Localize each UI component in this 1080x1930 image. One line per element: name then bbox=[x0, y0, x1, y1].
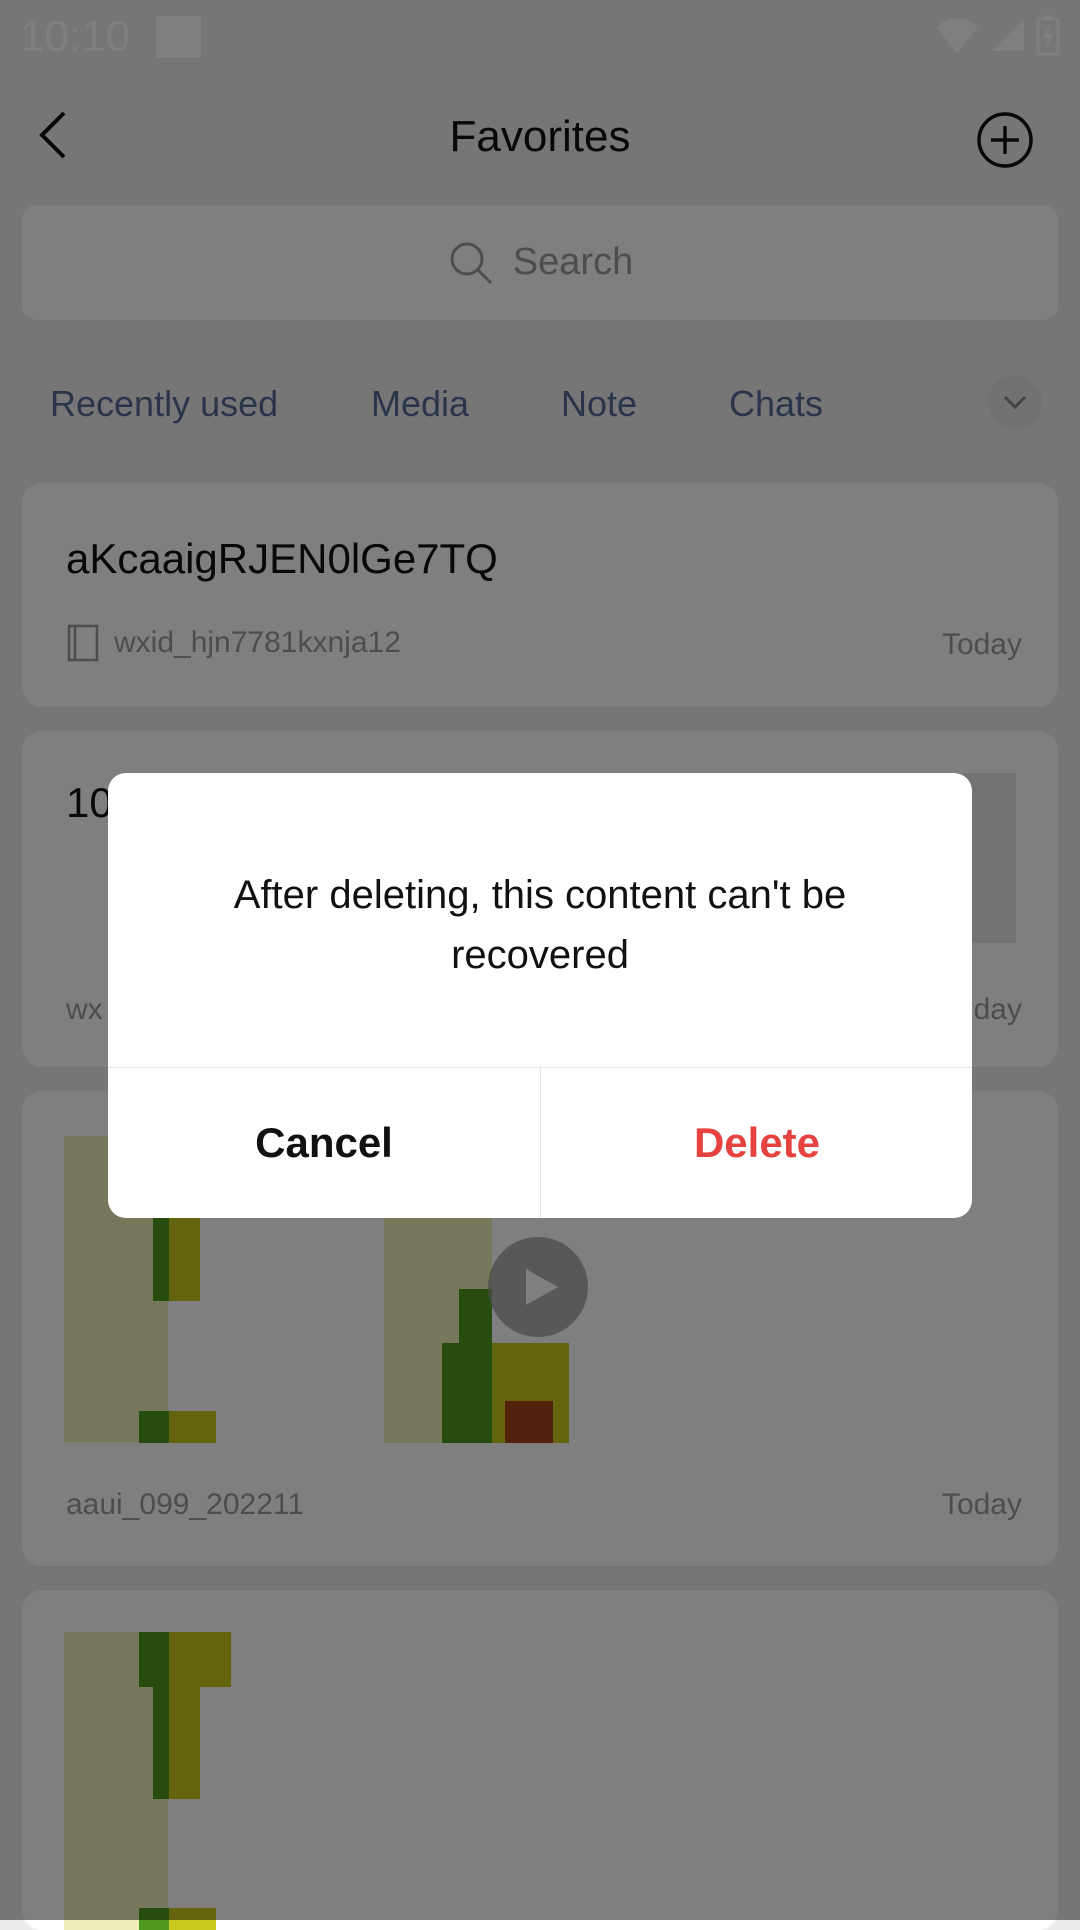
delete-confirm-dialog: After deleting, this content can't be re… bbox=[108, 773, 972, 1218]
dialog-message: After deleting, this content can't be re… bbox=[233, 873, 847, 977]
cancel-button[interactable]: Cancel bbox=[108, 1068, 540, 1218]
delete-button[interactable]: Delete bbox=[541, 1068, 972, 1218]
